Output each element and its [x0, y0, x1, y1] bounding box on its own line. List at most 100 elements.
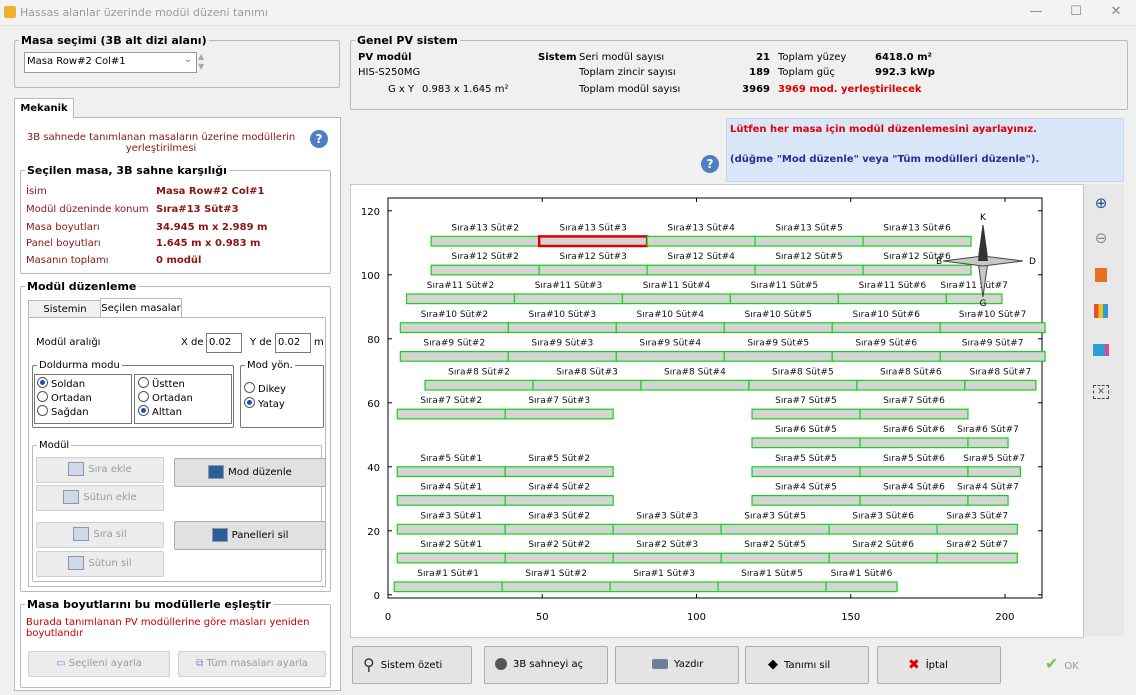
module-table[interactable]: [862, 264, 972, 276]
module-table[interactable]: [532, 379, 642, 391]
module-table[interactable]: [399, 351, 509, 362]
module-table[interactable]: [396, 523, 506, 535]
export-icon[interactable]: [1090, 342, 1112, 364]
module-table[interactable]: [831, 351, 941, 362]
module-table[interactable]: [609, 581, 719, 593]
module-table[interactable]: [751, 408, 861, 420]
module-table[interactable]: [859, 466, 969, 477]
module-layout-chart[interactable]: 0 50 100 150 200 0 20 40 60 80 100 120 Sıra#13 Süt#2…: [350, 184, 1082, 636]
add-column-button[interactable]: Sütun ekle: [36, 485, 164, 511]
cancel-button[interactable]: ✖ İptal: [877, 646, 1001, 684]
orient-horizontal-radio[interactable]: Yatay: [244, 397, 285, 410]
maximize-icon[interactable]: ☐: [1056, 2, 1096, 22]
module-table[interactable]: [507, 351, 617, 362]
module-table[interactable]: [720, 523, 830, 535]
module-table[interactable]: [723, 351, 833, 362]
module-table[interactable]: [717, 581, 827, 593]
zoom-in-icon[interactable]: ⊕: [1090, 194, 1112, 216]
fill-top-radio[interactable]: Üstten: [138, 377, 185, 390]
module-table[interactable]: [859, 437, 969, 449]
module-table[interactable]: [754, 264, 864, 276]
module-table[interactable]: [859, 408, 969, 420]
edit-modules-button[interactable]: Mod düzenle: [174, 458, 326, 487]
module-table[interactable]: [828, 552, 938, 564]
module-table[interactable]: [396, 408, 506, 420]
module-table[interactable]: [504, 552, 614, 564]
module-table[interactable]: [729, 293, 839, 305]
module-table[interactable]: [936, 523, 1018, 535]
module-table[interactable]: [751, 437, 861, 449]
module-table[interactable]: [615, 351, 725, 362]
help-icon[interactable]: ?: [310, 130, 328, 148]
module-table[interactable]: [396, 466, 506, 477]
fill-center-radio[interactable]: Ortadan: [37, 391, 92, 404]
module-table[interactable]: [424, 379, 534, 391]
clear-selection-icon[interactable]: ✕: [1090, 380, 1112, 402]
delete-column-button[interactable]: Sütun sil: [36, 551, 164, 577]
module-table[interactable]: [430, 264, 540, 276]
module-table[interactable]: [405, 293, 516, 305]
print-button[interactable]: Yazdır: [615, 646, 739, 684]
orient-vertical-radio[interactable]: Dikey: [244, 382, 286, 395]
module-table[interactable]: [723, 322, 833, 334]
module-table[interactable]: [615, 322, 725, 334]
spinner-icon[interactable]: ▲ ▼: [198, 52, 208, 72]
open-3d-scene-button[interactable]: 3B sahneyi aç: [484, 646, 608, 684]
module-table[interactable]: [856, 379, 966, 391]
module-table[interactable]: [828, 523, 938, 535]
module-table[interactable]: [504, 408, 614, 420]
module-table[interactable]: [967, 466, 1022, 477]
module-table[interactable]: [504, 495, 614, 506]
tab-mekanik[interactable]: Mekanik: [14, 98, 74, 119]
module-table[interactable]: [720, 552, 830, 564]
module-table[interactable]: [751, 495, 861, 506]
module-table[interactable]: [939, 351, 1046, 362]
module-table[interactable]: [537, 235, 649, 248]
ok-button[interactable]: ✔ OK: [1015, 646, 1125, 682]
close-icon[interactable]: ✕: [1096, 2, 1136, 22]
x-spacing-input[interactable]: 0.02: [206, 333, 242, 353]
module-table[interactable]: [507, 322, 617, 334]
module-table[interactable]: [751, 466, 861, 477]
module-table[interactable]: [748, 379, 858, 391]
module-table[interactable]: [646, 235, 756, 247]
module-table[interactable]: [964, 379, 1037, 391]
system-summary-button[interactable]: ⚲ Sistem özeti: [352, 646, 472, 684]
tab-all-system[interactable]: Sistemin tümü: [28, 300, 102, 332]
module-table[interactable]: [862, 235, 972, 247]
module-table[interactable]: [612, 523, 722, 535]
module-table[interactable]: [513, 293, 624, 305]
module-table[interactable]: [939, 322, 1046, 334]
minimize-icon[interactable]: —: [1016, 2, 1056, 22]
module-table[interactable]: [393, 581, 503, 593]
adjust-selected-button[interactable]: ▭ Seçileni ayarla: [28, 651, 170, 677]
module-table[interactable]: [859, 495, 969, 506]
module-table[interactable]: [837, 293, 947, 305]
module-table[interactable]: [504, 466, 614, 477]
module-table[interactable]: [501, 581, 611, 593]
module-table[interactable]: [621, 293, 732, 305]
module-table[interactable]: [396, 552, 506, 564]
help-icon[interactable]: ?: [701, 155, 719, 173]
module-table[interactable]: [831, 322, 941, 334]
save-image-icon[interactable]: [1090, 268, 1112, 290]
fill-middle-radio[interactable]: Ortadan: [138, 391, 193, 404]
module-table[interactable]: [967, 495, 1009, 506]
table-select-combo[interactable]: Masa Row#2 Col#1 ⌄: [24, 52, 197, 73]
module-table[interactable]: [504, 523, 614, 535]
module-table[interactable]: [538, 264, 648, 276]
fill-bottom-radio[interactable]: Alttan: [138, 405, 182, 418]
module-table[interactable]: [612, 552, 722, 564]
module-table[interactable]: [945, 293, 1003, 305]
delete-panels-button[interactable]: Panelleri sil: [174, 521, 326, 550]
module-table[interactable]: [825, 581, 898, 593]
fill-left-radio[interactable]: Soldan: [37, 377, 85, 390]
fill-right-radio[interactable]: Sağdan: [37, 405, 89, 418]
module-table[interactable]: [646, 264, 756, 276]
color-grid-icon[interactable]: [1090, 304, 1112, 326]
add-row-button[interactable]: Sıra ekle: [36, 457, 164, 483]
y-spacing-input[interactable]: 0.02: [275, 333, 311, 353]
delete-definition-button[interactable]: ◆ Tanımı sil: [745, 646, 869, 684]
module-table[interactable]: [754, 235, 864, 247]
tab-selected-tables[interactable]: Seçilen masalar: [100, 298, 182, 318]
